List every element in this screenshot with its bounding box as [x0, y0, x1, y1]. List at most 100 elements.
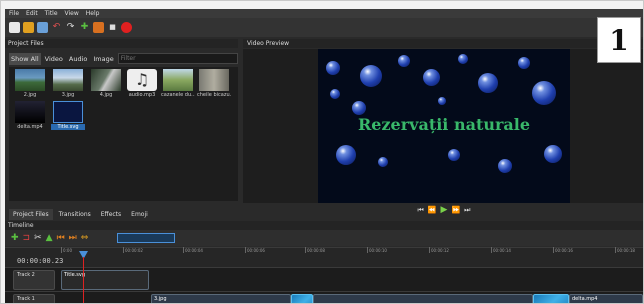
file-item[interactable]: 4.jpg: [89, 69, 123, 103]
undo-icon[interactable]: ↶: [51, 22, 62, 33]
image-thumbnail: [91, 69, 121, 91]
ruler-label: 00:00:04: [185, 248, 203, 253]
filter-tab-image[interactable]: Image: [91, 53, 115, 65]
bubble-shape: [326, 61, 340, 75]
file-item[interactable]: cheile bicazu...: [197, 69, 231, 103]
next-marker-icon[interactable]: ⏭: [69, 233, 77, 243]
timeline-clip[interactable]: 3.jpg: [151, 294, 291, 303]
fullscreen-icon[interactable]: ■: [107, 22, 118, 33]
filter-input[interactable]: [117, 53, 238, 64]
file-name: 4.jpg: [99, 92, 113, 98]
tab-effects[interactable]: Effects: [96, 209, 126, 220]
ruler-label: 00:00:14: [493, 248, 511, 253]
ruler-tick: [245, 247, 246, 253]
menu-title[interactable]: Title: [45, 9, 58, 18]
menu-edit[interactable]: Edit: [26, 9, 38, 18]
file-name: delta.mp4: [17, 124, 43, 130]
filter-tab-audio[interactable]: Audio: [67, 53, 89, 65]
bubble-shape: [532, 81, 556, 105]
screenshot-frame: File Edit Title View Help ↶ ↷ ✚ ■ Projec…: [0, 0, 644, 304]
previous-marker-icon[interactable]: ⏮: [57, 233, 65, 243]
timeline-clip[interactable]: [313, 294, 533, 303]
filter-tab-video[interactable]: Video: [43, 53, 65, 65]
timeline-clip[interactable]: Title.svg: [61, 270, 149, 290]
ruler-tick: [123, 247, 124, 253]
ruler-label: 00:00:12: [431, 248, 449, 253]
tab-transitions[interactable]: Transitions: [54, 209, 95, 220]
save-project-icon[interactable]: [37, 22, 48, 33]
playhead-line[interactable]: [83, 257, 84, 303]
file-item[interactable]: 3.jpg: [51, 69, 85, 103]
bubble-shape: [458, 54, 468, 64]
tab-project-files[interactable]: Project Files: [9, 209, 53, 220]
file-item[interactable]: delta.mp4: [13, 101, 47, 135]
filter-tab-show-all[interactable]: Show All: [9, 52, 41, 65]
video-title-text: Rezervații naturale: [357, 115, 531, 134]
track-label[interactable]: Track 2: [13, 270, 55, 290]
transition-clip[interactable]: [533, 294, 569, 303]
timeline-header: Timeline: [5, 221, 643, 230]
video-preview-panel: Rezervații naturale: [243, 49, 643, 203]
menu-view[interactable]: View: [65, 9, 79, 18]
video-thumbnail: [15, 101, 45, 123]
ruler-tick: [61, 247, 62, 253]
new-project-icon[interactable]: [9, 22, 20, 33]
bubble-shape: [448, 149, 460, 161]
tab-emoji[interactable]: Emoji: [127, 209, 152, 220]
bubble-shape: [478, 73, 498, 93]
rewind-icon[interactable]: ⏪: [428, 206, 437, 214]
bubble-shape: [518, 57, 530, 69]
filter-bar: Show All Video Audio Image: [9, 52, 238, 65]
timeline-clip[interactable]: delta.mp4: [569, 294, 643, 303]
export-video-icon[interactable]: [121, 22, 132, 33]
add-track-icon[interactable]: ✚: [11, 233, 19, 243]
add-marker-icon[interactable]: ▲: [46, 233, 53, 243]
ruler-tick: [183, 247, 184, 253]
file-name: 3.jpg: [61, 92, 75, 98]
bubble-shape: [330, 89, 340, 99]
track-label[interactable]: Track 1: [13, 294, 55, 303]
ruler-label: 00:00:02: [125, 248, 143, 253]
menu-help[interactable]: Help: [86, 9, 100, 18]
project-files-list: 2.jpg 3.jpg 4.jpg ♫ audio.mp3 cazanele d…: [9, 67, 238, 201]
zoom-slider[interactable]: [117, 233, 175, 243]
file-name: 2.jpg: [23, 92, 37, 98]
ruler-tick: [367, 247, 368, 253]
jump-start-icon[interactable]: ⏮: [418, 206, 424, 215]
timeline-toolbar: ✚ ⊐ ✂ ▲ ⏮ ⏭ ⇔: [5, 230, 643, 246]
file-item[interactable]: 2.jpg: [13, 69, 47, 103]
video-preview-header: Video Preview: [243, 39, 643, 48]
transition-clip[interactable]: [291, 294, 313, 303]
redo-icon[interactable]: ↷: [65, 22, 76, 33]
file-name: audio.mp3: [128, 92, 156, 98]
audio-file-icon: ♫: [127, 69, 157, 91]
jump-end-icon[interactable]: ⏭: [464, 206, 470, 215]
image-thumbnail: [15, 69, 45, 91]
image-thumbnail: [163, 69, 193, 91]
file-name: cheile bicazu...: [197, 92, 231, 98]
menu-file[interactable]: File: [9, 9, 19, 18]
open-project-icon[interactable]: [23, 22, 34, 33]
menu-bar: File Edit Title View Help: [5, 9, 643, 18]
snapping-icon[interactable]: ⊐: [23, 233, 31, 243]
file-item[interactable]: ♫ audio.mp3: [125, 69, 159, 103]
image-thumbnail: [53, 69, 83, 91]
bubble-shape: [336, 145, 356, 165]
main-toolbar: ↶ ↷ ✚ ■: [5, 18, 643, 37]
track-row: Track 2 Title.svg: [5, 267, 643, 291]
file-item[interactable]: cazanele du...: [161, 69, 195, 103]
bubble-shape: [438, 97, 446, 105]
bubble-shape: [544, 145, 562, 163]
profile-icon[interactable]: [93, 22, 104, 33]
title-thumbnail: [53, 101, 83, 123]
fast-forward-icon[interactable]: ⏩: [451, 206, 460, 214]
import-files-icon[interactable]: ✚: [79, 22, 90, 33]
file-item-selected[interactable]: Title.svg: [51, 101, 85, 135]
openshot-window: File Edit Title View Help ↶ ↷ ✚ ■ Projec…: [5, 9, 643, 303]
bubble-shape: [423, 69, 440, 86]
razor-icon[interactable]: ✂: [34, 233, 42, 243]
center-playhead-icon[interactable]: ⇔: [81, 233, 89, 243]
ruler-tick: [429, 247, 430, 253]
ruler-tick: [491, 247, 492, 253]
play-icon[interactable]: ▶: [441, 205, 448, 215]
